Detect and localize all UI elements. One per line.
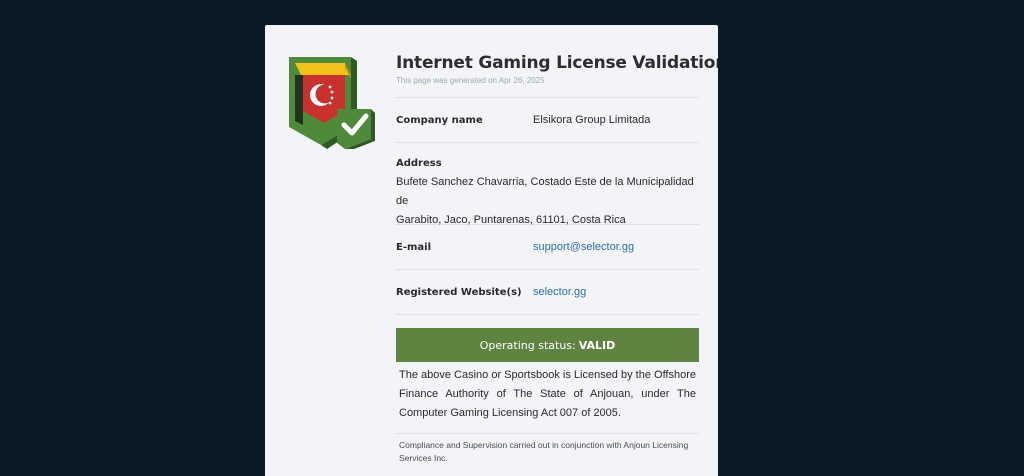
license-seal-icon [289, 57, 375, 149]
company-label: Company name [396, 114, 483, 126]
email-label: E-mail [396, 241, 432, 253]
status-value: VALID [578, 338, 616, 352]
website-link[interactable]: selector.gg [533, 286, 586, 298]
address-line-1: Bufete Sanchez Chavarria, Costado Este d… [396, 176, 694, 207]
status-prefix: Operating status: [479, 338, 576, 352]
address-label: Address [396, 158, 442, 169]
website-row: Registered Website(s) selector.gg [396, 270, 699, 314]
license-statement: The above Casino or Sportsbook is Licens… [399, 369, 696, 419]
address-value: Bufete Sanchez Chavarria, Costado Este d… [396, 173, 699, 230]
company-value: Elsikora Group Limitada [533, 114, 651, 126]
license-card: Internet Gaming License Validation This … [265, 25, 718, 476]
address-block: Address Bufete Sanchez Chavarria, Costad… [396, 143, 699, 226]
generated-date-text: This page was generated on Apr 26, 2025 [396, 76, 545, 85]
email-row: E-mail support@selector.gg [396, 225, 699, 269]
company-row: Company name Elsikora Group Limitada [396, 98, 699, 142]
license-details: Internet Gaming License Validation This … [396, 51, 718, 465]
email-link[interactable]: support@selector.gg [533, 241, 634, 253]
website-label: Registered Website(s) [396, 286, 522, 298]
page-title: Internet Gaming License Validation [396, 53, 718, 73]
compliance-footnote: Compliance and Supervision carried out i… [399, 440, 689, 463]
divider [396, 314, 699, 315]
operating-status-badge: Operating status: VALID [396, 328, 699, 362]
